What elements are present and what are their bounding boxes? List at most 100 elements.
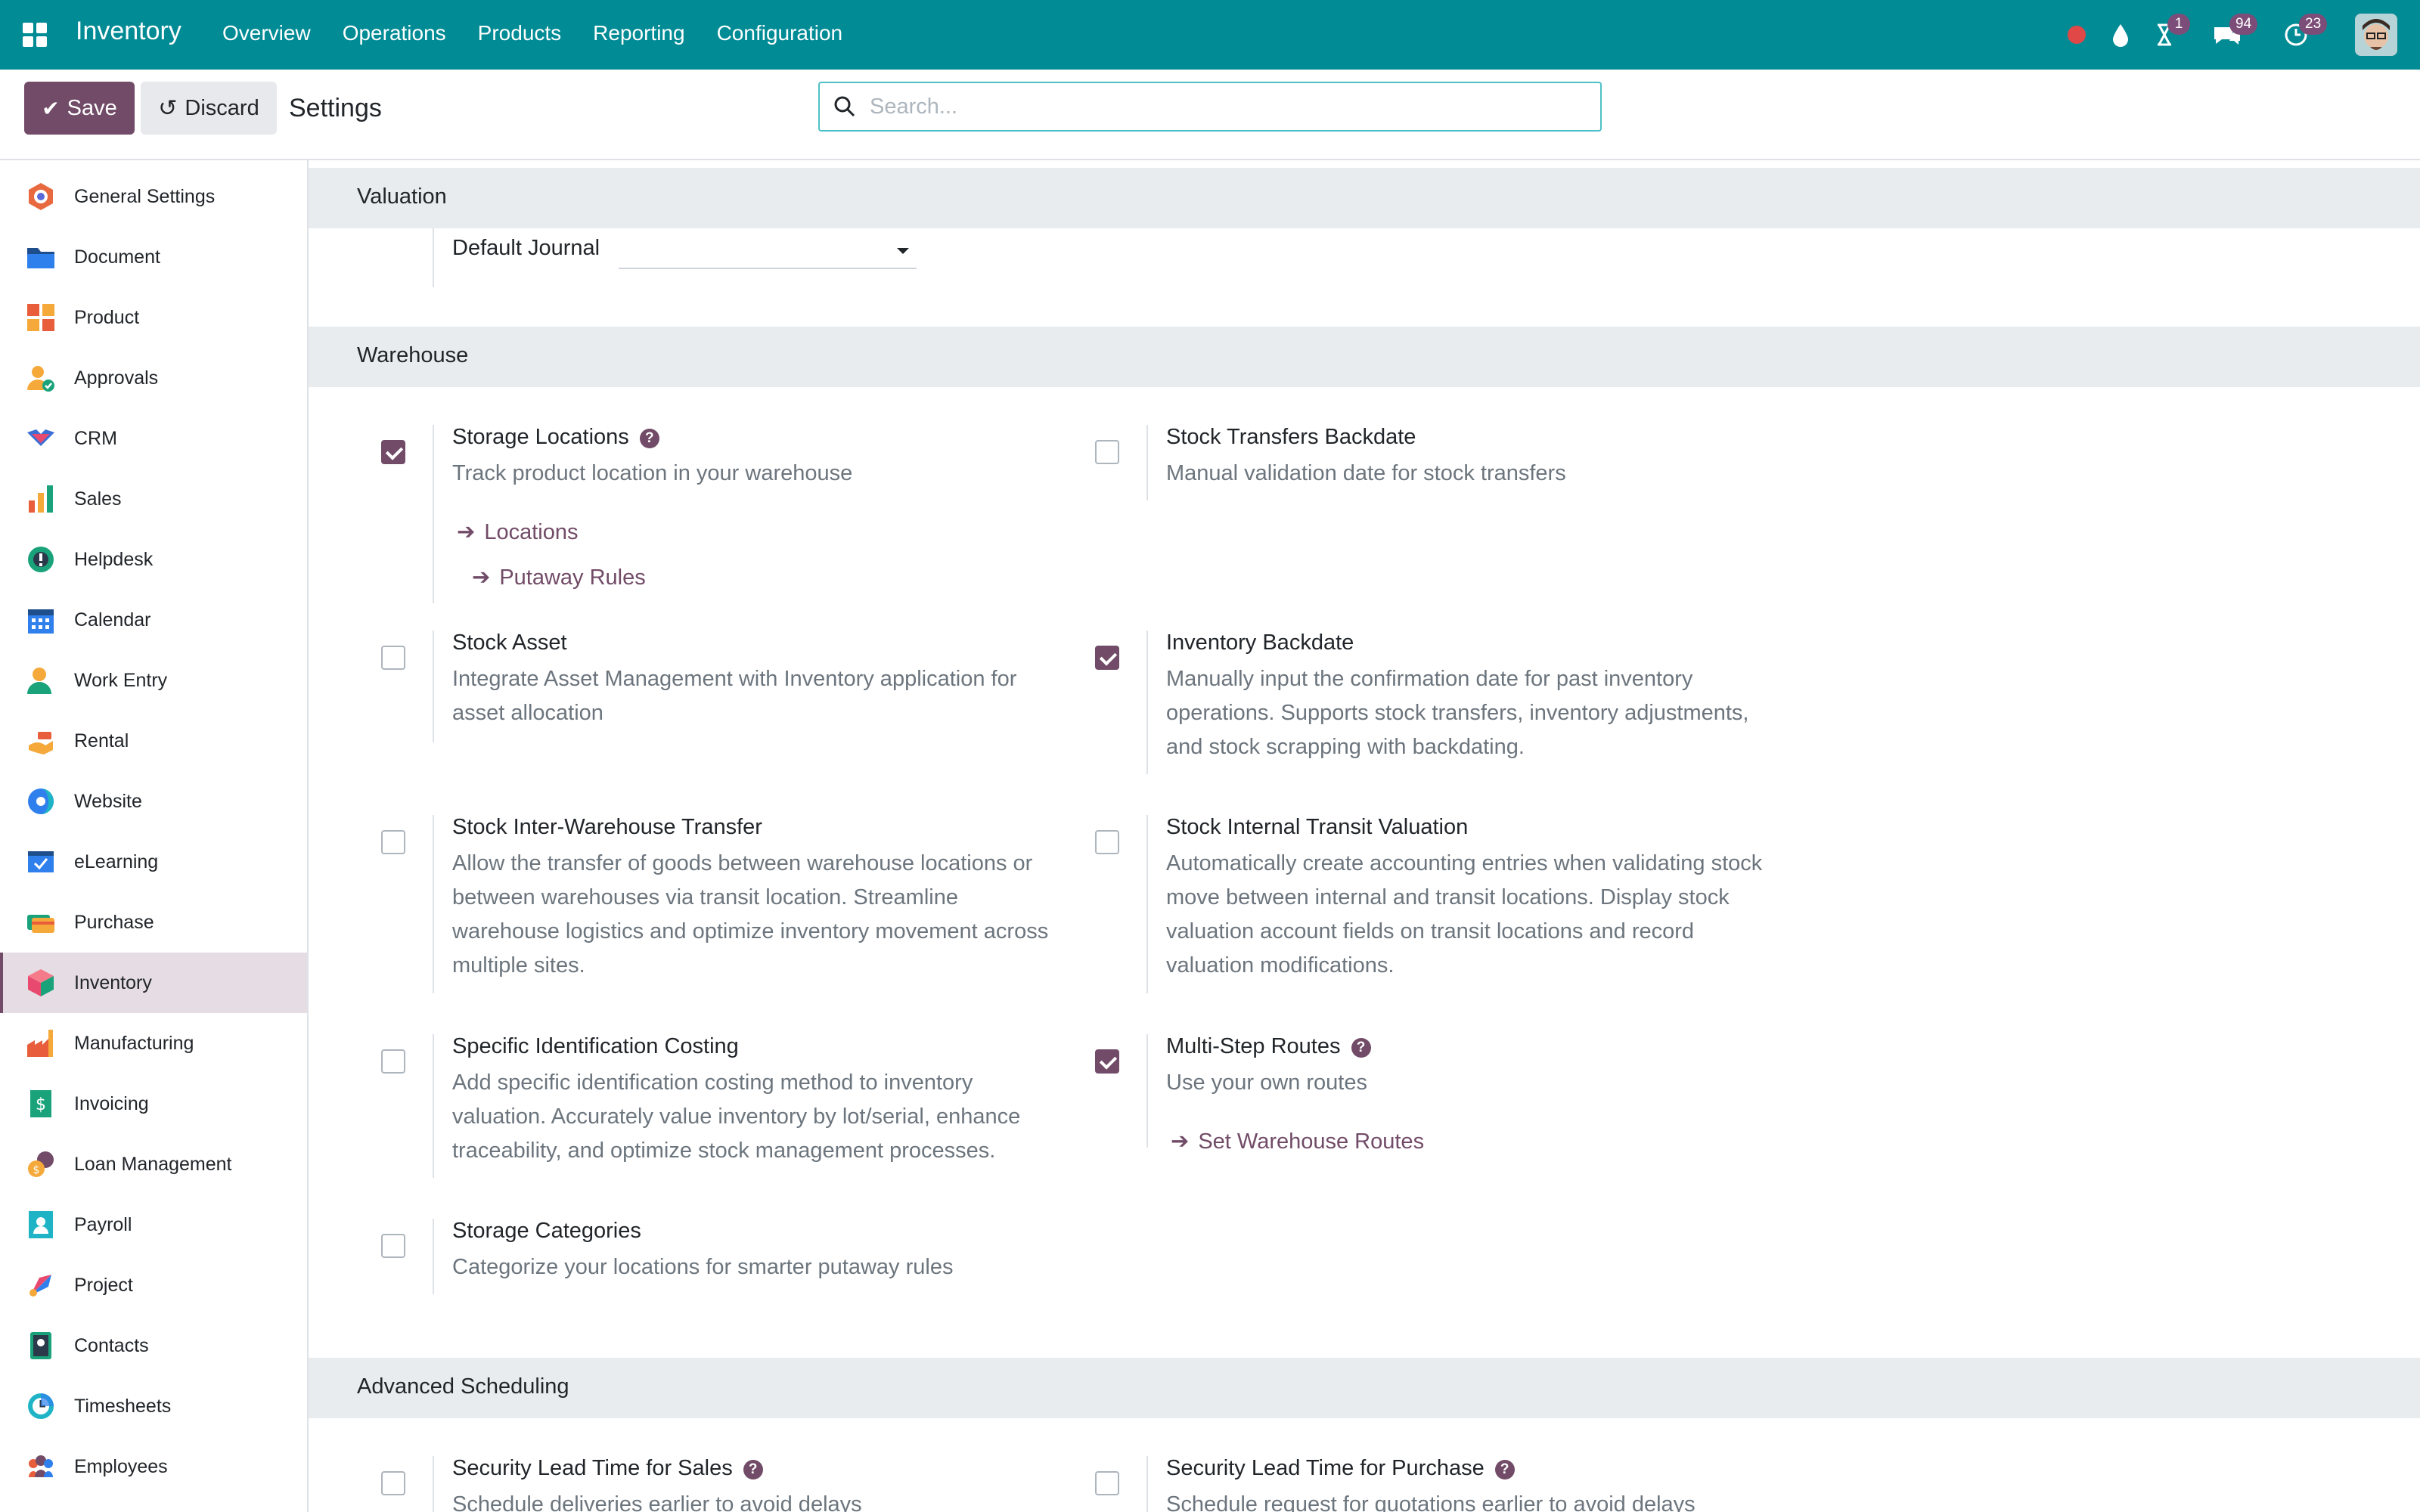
sidebar-item-employees[interactable]: Employees — [0, 1436, 307, 1497]
sidebar-item-sales[interactable]: Sales — [0, 469, 307, 529]
stock-transfers-backdate-checkbox[interactable] — [1095, 440, 1119, 464]
sidebar-item-crm[interactable]: CRM — [0, 408, 307, 469]
contacts-icon — [30, 1332, 51, 1359]
specific-costing-title: Specific Identification Costing — [452, 1034, 739, 1058]
divider — [1146, 1034, 1148, 1148]
top-navbar: Inventory Overview Operations Products R… — [0, 0, 2420, 70]
menu-configuration[interactable]: Configuration — [717, 21, 843, 45]
app-brand[interactable]: Inventory — [76, 17, 182, 46]
section-warehouse-header: Warehouse — [309, 327, 2420, 387]
sidebar-item-purchase[interactable]: Purchase — [0, 892, 307, 953]
help-icon[interactable]: ? — [639, 429, 659, 448]
default-journal-label: Default Journal — [452, 236, 600, 260]
droplet-icon[interactable] — [2105, 18, 2139, 51]
stock-asset-checkbox[interactable] — [381, 646, 405, 670]
user-avatar[interactable] — [2355, 14, 2397, 56]
lead-time-sales-checkbox[interactable] — [381, 1471, 405, 1495]
search-input[interactable] — [870, 91, 1581, 122]
sidebar-item-project[interactable]: Project — [0, 1255, 307, 1315]
check-icon: ✔ — [42, 96, 60, 120]
timesheets-icon — [28, 1393, 54, 1419]
stock-asset-desc: Integrate Asset Management with Inventor… — [452, 667, 1017, 725]
storage-categories-title: Storage Categories — [452, 1219, 641, 1243]
activity-badge: 1 — [2167, 14, 2190, 35]
lead-time-sales-title: Security Lead Time for Sales? — [452, 1456, 763, 1481]
help-icon[interactable]: ? — [743, 1460, 763, 1479]
sidebar-item-document[interactable]: Document — [0, 227, 307, 287]
sidebar-item-inventory[interactable]: Inventory — [0, 953, 307, 1013]
messages-icon[interactable]: 94 — [2211, 14, 2258, 51]
menu-overview[interactable]: Overview — [222, 21, 311, 45]
sidebar-item-approvals[interactable]: Approvals — [0, 348, 307, 408]
sidebar-item-general-settings[interactable]: General Settings — [0, 166, 307, 227]
sidebar-item-manufacturing[interactable]: Manufacturing — [0, 1013, 307, 1074]
stock-asset-title: Stock Asset — [452, 631, 567, 655]
rental-icon — [29, 732, 53, 754]
internal-transit-checkbox[interactable] — [1095, 830, 1119, 854]
inter-warehouse-desc: Allow the transfer of goods between ware… — [452, 851, 1049, 978]
sidebar-item-contacts[interactable]: Contacts — [0, 1315, 307, 1376]
multi-step-routes-desc: Use your own routes — [1166, 1070, 1367, 1095]
updates-icon[interactable]: 23 — [2281, 14, 2328, 51]
discard-button[interactable]: ↺ Discard — [141, 82, 277, 135]
storage-locations-desc: Track product location in your warehouse — [452, 461, 853, 485]
crm-icon — [27, 429, 54, 446]
settings-content: Valuation Default Journal Warehouse Stor… — [309, 160, 2420, 1512]
sidebar-item-payroll[interactable]: Payroll — [0, 1194, 307, 1255]
storage-categories-checkbox[interactable] — [381, 1234, 405, 1258]
help-icon[interactable]: ? — [1351, 1038, 1371, 1058]
sidebar-item-product[interactable]: Product — [0, 287, 307, 348]
help-icon[interactable]: ? — [1494, 1460, 1515, 1479]
storage-locations-checkbox[interactable] — [381, 440, 405, 464]
sales-icon — [29, 485, 53, 513]
lead-time-purchase-checkbox[interactable] — [1095, 1471, 1119, 1495]
inventory-icon — [28, 969, 54, 996]
default-journal-select[interactable] — [619, 234, 917, 269]
set-warehouse-routes-link[interactable]: ➔ Set Warehouse Routes — [1171, 1128, 1424, 1154]
menu-products[interactable]: Products — [478, 21, 562, 45]
menu-reporting[interactable]: Reporting — [593, 21, 684, 45]
recording-dot-icon[interactable] — [2062, 18, 2095, 51]
sidebar-item-timesheets[interactable]: Timesheets — [0, 1376, 307, 1436]
divider — [1146, 1456, 1148, 1512]
activity-icon[interactable]: 1 — [2149, 14, 2190, 51]
specific-costing-checkbox[interactable] — [381, 1049, 405, 1074]
chevron-down-icon — [897, 248, 909, 254]
main-menu: Overview Operations Products Reporting C… — [222, 21, 874, 45]
search-box[interactable] — [818, 82, 1602, 132]
product-icon — [27, 304, 54, 331]
storage-categories-desc: Categorize your locations for smarter pu… — [452, 1255, 954, 1279]
page-title: Settings — [289, 94, 382, 122]
lead-time-purchase-desc: Schedule request for quotations earlier … — [1166, 1492, 1696, 1512]
putaway-rules-link[interactable]: ➔ Putaway Rules — [472, 564, 646, 590]
sidebar-item-elearning[interactable]: eLearning — [0, 832, 307, 892]
updates-badge: 23 — [2299, 14, 2328, 35]
divider — [1146, 631, 1148, 774]
sidebar-item-helpdesk[interactable]: Helpdesk — [0, 529, 307, 590]
divider — [433, 631, 434, 742]
inventory-backdate-checkbox[interactable] — [1095, 646, 1119, 670]
settings-sidebar: General Settings Document Product Approv… — [0, 160, 309, 1512]
internal-transit-title: Stock Internal Transit Valuation — [1166, 815, 1469, 839]
inventory-backdate-desc: Manually input the confirmation date for… — [1166, 667, 1749, 759]
divider — [433, 1219, 434, 1294]
stock-transfers-backdate-desc: Manual validation date for stock transfe… — [1166, 461, 1566, 485]
locations-link[interactable]: ➔ Locations — [457, 519, 578, 545]
sidebar-item-invoicing[interactable]: $ Invoicing — [0, 1074, 307, 1134]
sidebar-item-work-entry[interactable]: Work Entry — [0, 650, 307, 711]
purchase-icon — [27, 915, 54, 933]
sidebar-item-website[interactable]: Website — [0, 771, 307, 832]
sidebar-item-rental[interactable]: Rental — [0, 711, 307, 771]
invoicing-icon: $ — [30, 1090, 51, 1117]
sidebar-item-calendar[interactable]: Calendar — [0, 590, 307, 650]
app-menu-icon[interactable] — [23, 23, 47, 47]
sidebar-item-loan-management[interactable]: $ Loan Management — [0, 1134, 307, 1194]
multi-step-routes-checkbox[interactable] — [1095, 1049, 1119, 1074]
lead-time-purchase-title: Security Lead Time for Purchase? — [1166, 1456, 1515, 1481]
stock-transfers-backdate-title: Stock Transfers Backdate — [1166, 425, 1416, 449]
save-button[interactable]: ✔ Save — [24, 82, 135, 135]
calendar-icon — [28, 609, 54, 634]
menu-operations[interactable]: Operations — [343, 21, 446, 45]
inter-warehouse-checkbox[interactable] — [381, 830, 405, 854]
section-advanced-scheduling-header: Advanced Scheduling — [309, 1358, 2420, 1418]
